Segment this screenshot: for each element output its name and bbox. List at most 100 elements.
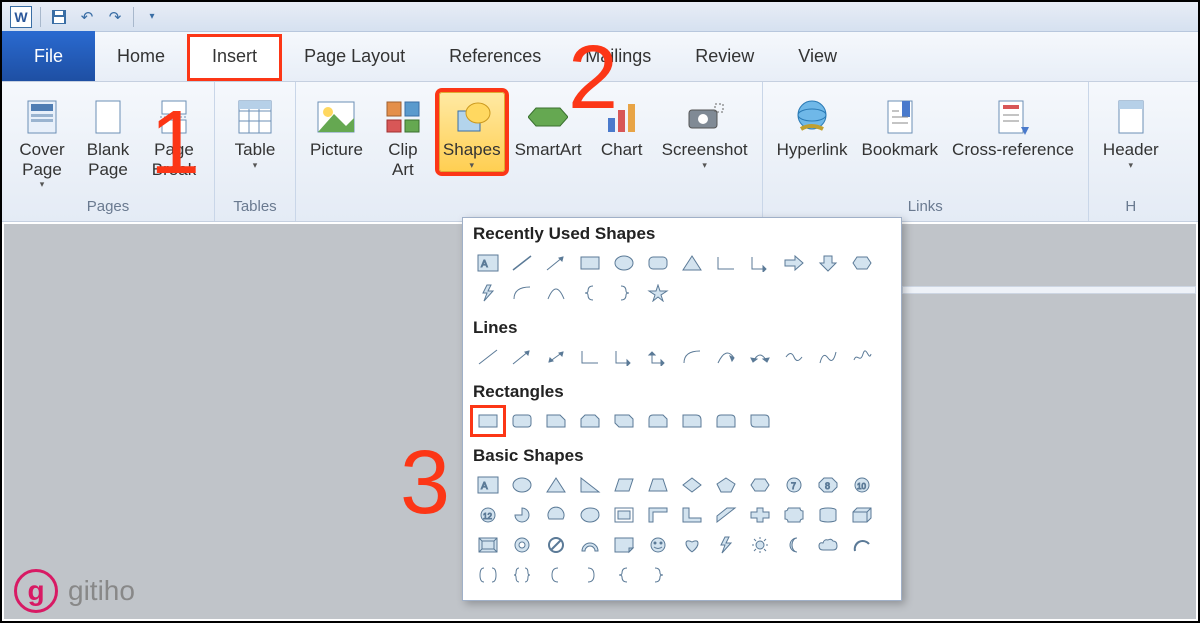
tab-view[interactable]: View: [776, 34, 859, 81]
shape-hexagon[interactable]: [745, 472, 775, 498]
shape-snip-same[interactable]: [575, 408, 605, 434]
shape-curved-connector[interactable]: [677, 344, 707, 370]
shape-moon[interactable]: [779, 532, 809, 558]
tab-file[interactable]: File: [2, 31, 95, 81]
blank-page-button[interactable]: Blank Page: [78, 92, 138, 181]
shape-block-arc[interactable]: [575, 532, 605, 558]
shape-curve-tool[interactable]: [779, 344, 809, 370]
shape-donut[interactable]: [507, 532, 537, 558]
shape-plaque[interactable]: [779, 502, 809, 528]
shape-star[interactable]: [643, 280, 673, 306]
chart-button[interactable]: Chart: [592, 92, 652, 162]
redo-icon[interactable]: ↷: [105, 7, 125, 27]
shape-triangle[interactable]: [541, 472, 571, 498]
shape-left-brace[interactable]: [609, 562, 639, 588]
shape-elbow[interactable]: [575, 344, 605, 370]
shape-diag-stripe[interactable]: [711, 502, 741, 528]
save-icon[interactable]: [49, 7, 69, 27]
shape-elbow-double[interactable]: [643, 344, 673, 370]
shape-snip-round[interactable]: [643, 408, 673, 434]
shape-elbow-arrow[interactable]: [745, 250, 775, 276]
shape-diamond[interactable]: [677, 472, 707, 498]
shape-rounded-rect[interactable]: [507, 408, 537, 434]
shape-plus[interactable]: [745, 502, 775, 528]
shape-right-bracket[interactable]: [575, 562, 605, 588]
shape-dodecagon[interactable]: 12: [473, 502, 503, 528]
shape-pie[interactable]: [507, 502, 537, 528]
shape-arc[interactable]: [507, 280, 537, 306]
shape-octagon[interactable]: 8: [813, 472, 843, 498]
shape-frame[interactable]: [609, 502, 639, 528]
table-button[interactable]: Table ▾: [225, 92, 285, 172]
bookmark-button[interactable]: Bookmark: [858, 92, 943, 162]
clip-art-button[interactable]: Clip Art: [373, 92, 433, 181]
shape-trapezoid[interactable]: [643, 472, 673, 498]
shape-down-arrow[interactable]: [813, 250, 843, 276]
shape-oval[interactable]: [507, 472, 537, 498]
shape-pentagon[interactable]: [711, 472, 741, 498]
shape-parallelogram[interactable]: [609, 472, 639, 498]
shape-right-brace[interactable]: [609, 280, 639, 306]
tab-references[interactable]: References: [427, 34, 563, 81]
shape-snip-single[interactable]: [541, 408, 571, 434]
shape-rectangle[interactable]: [575, 250, 605, 276]
shape-scribble[interactable]: [847, 344, 877, 370]
shape-snip-diag[interactable]: [609, 408, 639, 434]
shape-left-brace[interactable]: [575, 280, 605, 306]
shape-double-brace[interactable]: [507, 562, 537, 588]
shape-l-shape[interactable]: [677, 502, 707, 528]
shape-chord[interactable]: [541, 502, 571, 528]
smartart-button[interactable]: SmartArt: [511, 92, 586, 162]
shape-textbox[interactable]: A: [473, 472, 503, 498]
shape-lightning[interactable]: [711, 532, 741, 558]
shape-round-diag[interactable]: [745, 408, 775, 434]
picture-button[interactable]: Picture: [306, 92, 367, 162]
screenshot-button[interactable]: Screenshot ▾: [658, 92, 752, 172]
shape-right-arrow[interactable]: [779, 250, 809, 276]
tab-home[interactable]: Home: [95, 34, 187, 81]
shape-bevel[interactable]: [473, 532, 503, 558]
shape-right-triangle[interactable]: [575, 472, 605, 498]
shape-round-single[interactable]: [677, 408, 707, 434]
shape-heart[interactable]: [677, 532, 707, 558]
shape-cube[interactable]: [847, 502, 877, 528]
tab-mailings[interactable]: Mailings: [563, 34, 673, 81]
shape-rounded-rect[interactable]: [643, 250, 673, 276]
shape-textbox[interactable]: A: [473, 250, 503, 276]
shape-left-bracket[interactable]: [541, 562, 571, 588]
shape-elbow-arrow[interactable]: [609, 344, 639, 370]
undo-icon[interactable]: ↶: [77, 7, 97, 27]
customize-qat-icon[interactable]: ▾: [142, 7, 162, 27]
shape-arrow-line[interactable]: [541, 250, 571, 276]
cross-reference-button[interactable]: Cross-reference: [948, 92, 1078, 162]
shape-cloud[interactable]: [813, 532, 843, 558]
shape-curve[interactable]: [541, 280, 571, 306]
cover-page-button[interactable]: Cover Page ▾: [12, 92, 72, 191]
shape-triangle[interactable]: [677, 250, 707, 276]
shape-line[interactable]: [473, 344, 503, 370]
shape-round-same[interactable]: [711, 408, 741, 434]
shape-no-symbol[interactable]: [541, 532, 571, 558]
shape-double-bracket[interactable]: [473, 562, 503, 588]
shape-curved-arrow[interactable]: [711, 344, 741, 370]
shape-smiley[interactable]: [643, 532, 673, 558]
header-button[interactable]: Header ▾: [1099, 92, 1163, 172]
shape-folded-corner[interactable]: [609, 532, 639, 558]
shape-hexagon[interactable]: [847, 250, 877, 276]
tab-review[interactable]: Review: [673, 34, 776, 81]
shape-line[interactable]: [507, 250, 537, 276]
shape-sun[interactable]: [745, 532, 775, 558]
shape-rectangle[interactable]: [473, 408, 503, 434]
shape-right-brace[interactable]: [643, 562, 673, 588]
shape-lightning[interactable]: [473, 280, 503, 306]
tab-insert[interactable]: Insert: [187, 34, 282, 81]
hyperlink-button[interactable]: Hyperlink: [773, 92, 852, 162]
shape-freeform[interactable]: [813, 344, 843, 370]
tab-page-layout[interactable]: Page Layout: [282, 34, 427, 81]
shape-arrow[interactable]: [507, 344, 537, 370]
shape-curved-double[interactable]: [745, 344, 775, 370]
page-break-button[interactable]: Page Break: [144, 92, 204, 181]
shape-heptagon[interactable]: 7: [779, 472, 809, 498]
shapes-button[interactable]: Shapes ▾: [439, 92, 505, 172]
shape-oval[interactable]: [609, 250, 639, 276]
